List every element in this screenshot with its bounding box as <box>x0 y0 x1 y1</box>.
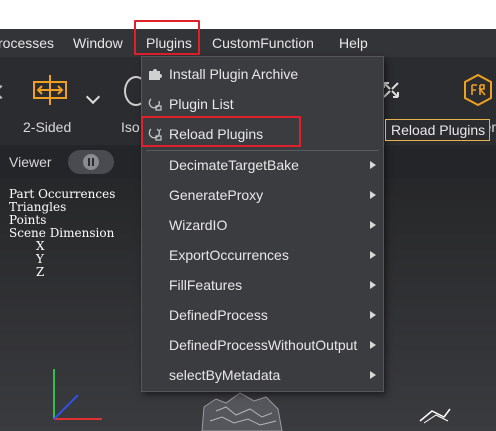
iso-label: Iso <box>121 119 140 135</box>
definedprocess-label: DefinedProcess <box>169 307 268 323</box>
puzzle-outline-icon <box>148 98 162 111</box>
two-sided-tool-button[interactable] <box>30 73 70 107</box>
menu-help[interactable]: Help <box>339 29 368 57</box>
window-top-strip <box>0 0 496 29</box>
definedprocesswithoutoutput-label: DefinedProcessWithoutOutput <box>169 337 358 353</box>
submenu-arrow-icon <box>370 281 376 289</box>
wizardio-label: WizardIO <box>169 217 228 233</box>
viewer-label: Viewer <box>9 154 52 170</box>
chevron-down-icon[interactable] <box>85 89 101 105</box>
submenu-selectbymetadata[interactable]: selectByMetadata <box>142 360 383 390</box>
submenu-arrow-icon <box>370 161 376 169</box>
submenu-definedprocesswithoutoutput[interactable]: DefinedProcessWithoutOutput <box>142 330 383 360</box>
info-scene-dimension: Scene Dimension <box>9 226 115 240</box>
submenu-generateproxy[interactable]: GenerateProxy <box>142 180 383 210</box>
menu-item-plugin-list[interactable]: Plugin List <box>142 89 383 119</box>
submenu-wizardio[interactable]: WizardIO <box>142 210 383 240</box>
plugins-dropdown-menu: Install Plugin Archive Plugin List Reloa… <box>141 56 384 392</box>
menu-processes[interactable]: rocesses <box>0 29 54 57</box>
info-points: Points <box>9 213 47 227</box>
submenu-arrow-icon <box>370 251 376 259</box>
submenu-fillfeatures[interactable]: FillFeatures <box>142 270 383 300</box>
info-z: Z <box>36 265 45 279</box>
left-chevron-icon[interactable] <box>0 84 9 100</box>
pause-button[interactable] <box>68 150 114 174</box>
generateproxy-label: GenerateProxy <box>169 187 264 203</box>
submenu-arrow-icon <box>370 191 376 199</box>
decimatetargetbake-label: DecimateTargetBake <box>169 157 299 173</box>
two-sided-label: 2-Sided <box>23 119 72 135</box>
model-silhouette-icon <box>201 392 283 431</box>
install-plugin-archive-label: Install Plugin Archive <box>169 66 299 82</box>
menu-window[interactable]: Window <box>73 29 123 57</box>
submenu-decimatetargetbake[interactable]: DecimateTargetBake <box>142 150 383 180</box>
other-tool-button[interactable] <box>462 73 494 107</box>
scale-indicator-icon <box>419 408 451 424</box>
info-y: Y <box>36 252 44 266</box>
submenu-arrow-icon <box>370 341 376 349</box>
info-part-occurrences: Part Occurrences <box>9 187 116 201</box>
menu-customfunction[interactable]: CustomFunction <box>212 29 314 57</box>
plugins-highlight-box <box>134 20 200 55</box>
reload-plugins-highlight-box <box>141 116 301 147</box>
submenu-definedprocess[interactable]: DefinedProcess <box>142 300 383 330</box>
axis-gizmo-icon <box>53 369 102 420</box>
menu-item-install-plugin-archive[interactable]: Install Plugin Archive <box>142 59 383 89</box>
info-triangles: Triangles <box>9 200 67 214</box>
submenu-arrow-icon <box>370 371 376 379</box>
two-sided-icon <box>33 75 67 105</box>
submenu-exportoccurrences[interactable]: ExportOccurrences <box>142 240 383 270</box>
info-x: X <box>36 239 45 253</box>
fr-hexagon-icon <box>464 73 492 107</box>
reload-plugins-tooltip: Reload Plugins <box>385 119 490 141</box>
submenu-arrow-icon <box>370 221 376 229</box>
submenu-arrow-icon <box>370 311 376 319</box>
menu-bar: rocesses Window Plugins CustomFunction H… <box>0 29 496 57</box>
pause-icon <box>83 154 99 170</box>
fillfeatures-label: FillFeatures <box>169 277 243 293</box>
exportoccurrences-label: ExportOccurrences <box>169 247 289 263</box>
selectbymetadata-label: selectByMetadata <box>169 367 281 383</box>
plugin-list-label: Plugin List <box>169 96 234 112</box>
puzzle-icon <box>149 69 162 80</box>
